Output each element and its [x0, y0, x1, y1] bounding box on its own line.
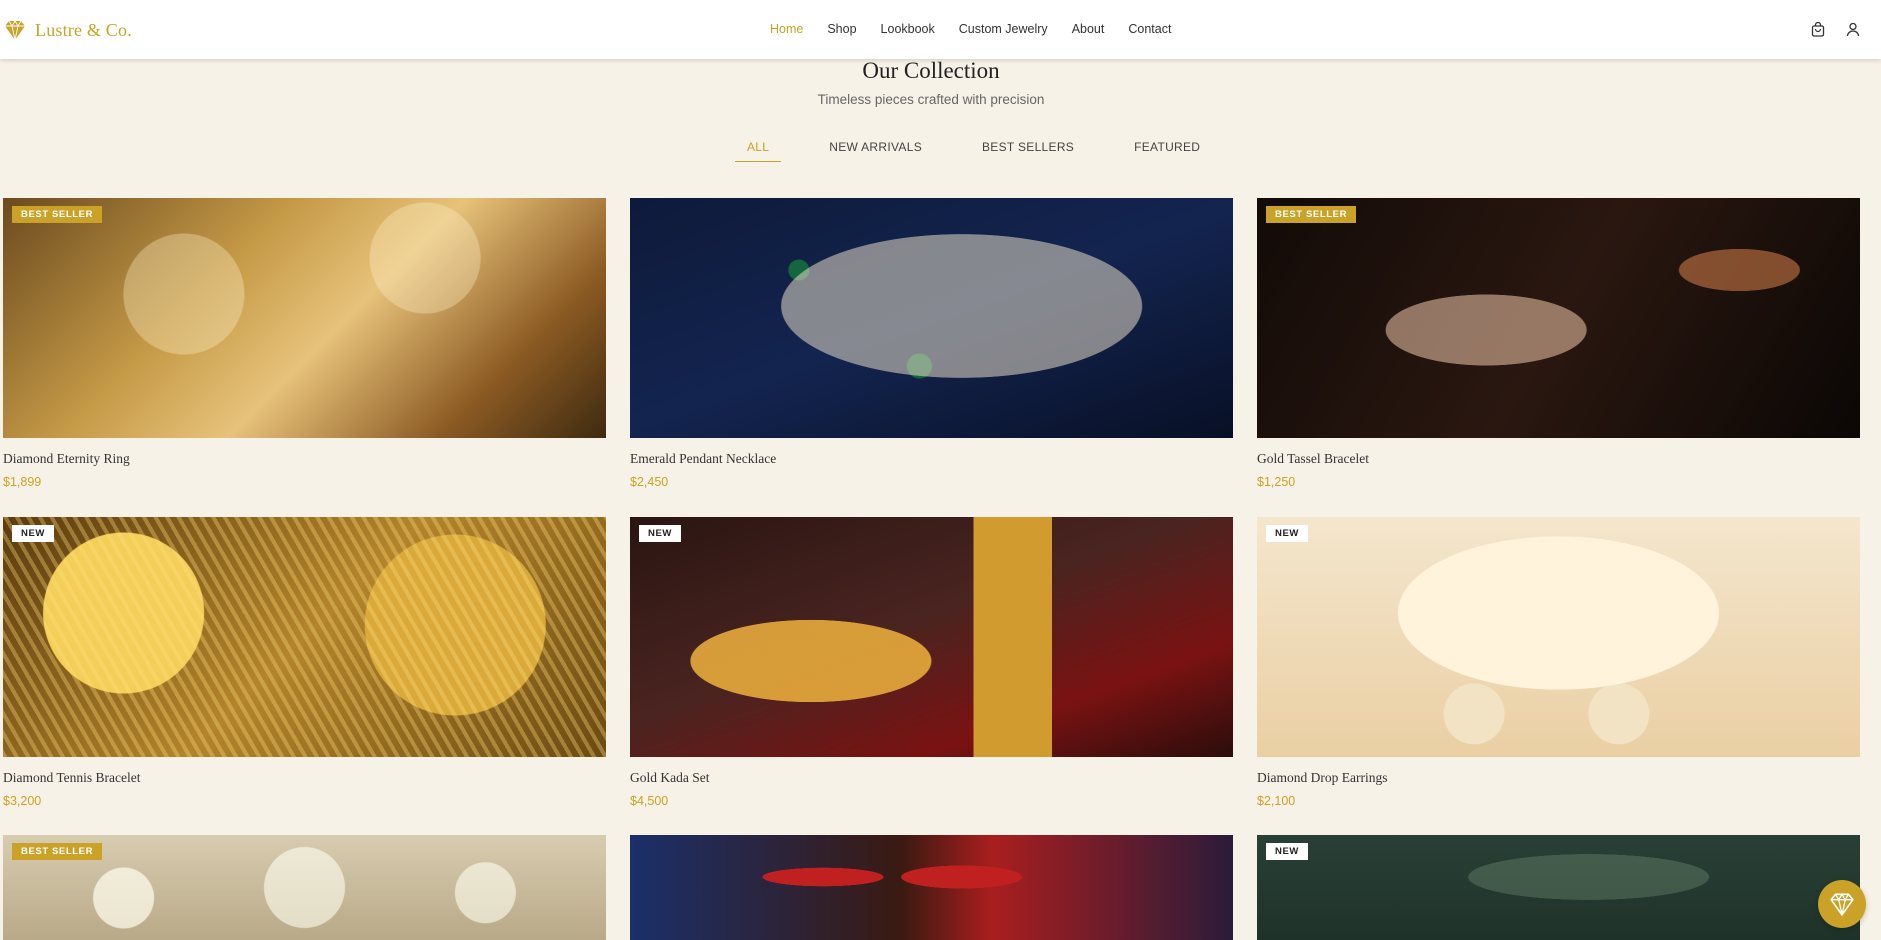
product-price: $2,450 — [630, 475, 669, 489]
tab-best-sellers[interactable]: BEST SELLERS — [970, 140, 1086, 162]
main-nav: Home Shop Lookbook Custom Jewelry About … — [770, 22, 1195, 36]
product-name[interactable]: Gold Tassel Bracelet — [1257, 451, 1860, 467]
new-badge: NEW — [1266, 843, 1308, 860]
product-price: $1,899 — [3, 475, 42, 489]
nav-contact[interactable]: Contact — [1128, 22, 1171, 36]
collection-title: Our Collection — [862, 58, 1000, 83]
product-image[interactable] — [630, 198, 1233, 438]
new-badge: NEW — [12, 525, 54, 542]
brand-logo[interactable]: Lustre & Co. — [3, 18, 132, 42]
site-header: Lustre & Co. Home Shop Lookbook Custom J… — [0, 0, 1881, 59]
product-price: $1,250 — [1257, 475, 1296, 489]
product-name[interactable]: Diamond Drop Earrings — [1257, 770, 1860, 786]
collection-subtitle: Timeless pieces crafted with precision — [817, 92, 1045, 107]
product-image[interactable]: NEW — [1257, 835, 1860, 940]
product-card[interactable]: NEW Diamond Tennis Bracelet $3,200 — [3, 517, 606, 808]
tab-featured[interactable]: FEATURED — [1122, 140, 1212, 162]
tab-all[interactable]: ALL — [735, 140, 782, 162]
product-price: $2,100 — [1257, 794, 1296, 808]
product-image[interactable]: BEST SELLER — [3, 835, 606, 940]
product-image[interactable]: NEW — [3, 517, 606, 757]
brand-name: Lustre & Co. — [35, 19, 132, 40]
best-seller-badge: BEST SELLER — [12, 843, 103, 860]
nav-about[interactable]: About — [1072, 22, 1105, 36]
product-image[interactable]: BEST SELLER — [1257, 198, 1860, 438]
tab-new-arrivals[interactable]: NEW ARRIVALS — [817, 140, 934, 162]
chat-button[interactable] — [1818, 880, 1866, 928]
product-card[interactable]: BEST SELLER — [3, 835, 606, 940]
product-name[interactable]: Gold Kada Set — [630, 770, 1233, 786]
product-card[interactable]: NEW — [1257, 835, 1860, 940]
product-card[interactable]: NEW Gold Kada Set $4,500 — [630, 517, 1233, 808]
new-badge: NEW — [639, 525, 681, 542]
product-price: $4,500 — [630, 794, 669, 808]
product-image[interactable] — [630, 835, 1233, 940]
product-image[interactable]: NEW — [630, 517, 1233, 757]
user-icon[interactable] — [1846, 22, 1860, 37]
product-price: $3,200 — [3, 794, 42, 808]
nav-home[interactable]: Home — [770, 22, 803, 36]
new-badge: NEW — [1266, 525, 1308, 542]
diamond-icon — [5, 20, 25, 41]
nav-custom-jewelry[interactable]: Custom Jewelry — [959, 22, 1048, 36]
best-seller-badge: BEST SELLER — [1266, 206, 1357, 223]
product-card[interactable]: BEST SELLER Gold Tassel Bracelet $1,250 — [1257, 198, 1860, 489]
nav-lookbook[interactable]: Lookbook — [881, 22, 935, 36]
best-seller-badge: BEST SELLER — [12, 206, 103, 223]
product-name[interactable]: Emerald Pendant Necklace — [630, 451, 1233, 467]
product-card[interactable] — [630, 835, 1233, 940]
product-name[interactable]: Diamond Eternity Ring — [3, 451, 606, 467]
nav-shop[interactable]: Shop — [827, 22, 856, 36]
collection-tabs: ALL NEW ARRIVALS BEST SELLERS FEATURED — [735, 140, 1248, 162]
product-card[interactable]: NEW Diamond Drop Earrings $2,100 — [1257, 517, 1860, 808]
product-name[interactable]: Diamond Tennis Bracelet — [3, 770, 606, 786]
product-card[interactable]: BEST SELLER Diamond Eternity Ring $1,899 — [3, 198, 606, 489]
product-image[interactable]: NEW — [1257, 517, 1860, 757]
shopping-bag-icon[interactable] — [1811, 22, 1825, 37]
product-image[interactable]: BEST SELLER — [3, 198, 606, 438]
diamond-icon — [1830, 892, 1854, 917]
product-card[interactable]: Emerald Pendant Necklace $2,450 — [630, 198, 1233, 489]
